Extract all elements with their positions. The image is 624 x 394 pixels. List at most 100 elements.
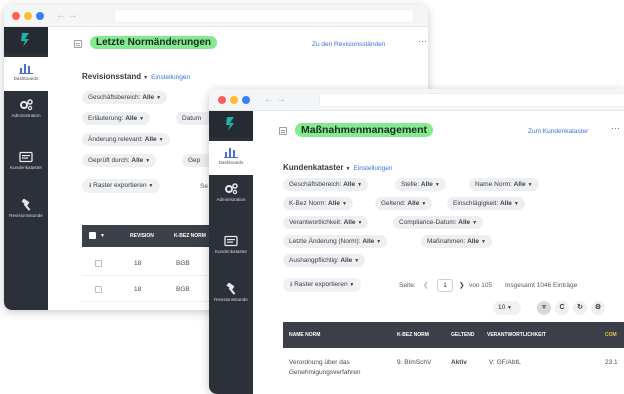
filter-chip[interactable]: Maßnahmen: Alle ▼ [421, 235, 492, 248]
filter-chip[interactable]: Name Norm: Alle ▼ [469, 178, 539, 191]
filter-chip[interactable]: Erläuterung: Alle ▼ [82, 112, 151, 125]
column-header-revision[interactable]: REVISION [130, 225, 154, 247]
caret-down-icon: ▼ [158, 137, 164, 143]
column-header-geltend[interactable]: GELTEND [451, 322, 475, 348]
filter-chip[interactable]: Letzte Änderung (Norm): Alle ▼ [283, 235, 388, 248]
more-options-icon[interactable]: ⋯ [418, 36, 427, 47]
filter-label: Geschäftsbereich: [88, 94, 141, 101]
kundenkataster-link[interactable]: Zum Kundenkataster [528, 128, 588, 135]
section-title-text: Kundenkataster [283, 163, 344, 172]
filter-icon[interactable]: ▿ [537, 301, 551, 315]
cell-compliance: 23.1 [605, 359, 618, 366]
maximize-window-button[interactable] [36, 12, 44, 20]
main-content: Maßnahmenmanagement Zum Kundenkataster ⋯… [253, 111, 624, 394]
clear-filter-icon[interactable]: C [555, 301, 569, 315]
sidebar-item-label: Dashboards [218, 160, 244, 165]
caret-down-icon[interactable]: ▼ [143, 75, 148, 81]
minimize-window-button[interactable] [24, 12, 32, 20]
filter-chip[interactable]: Änderung relevant: Alle ▼ [82, 133, 170, 146]
export-icon: ⭳ [89, 182, 92, 189]
sidebar-item-label: Kundenkataster [214, 249, 248, 254]
filter-label: Einschlägigkeit: [453, 200, 499, 207]
minimize-window-button[interactable] [230, 96, 238, 104]
filter-label: Compliance-Datum: [399, 219, 457, 226]
caret-down-icon[interactable]: ▼ [345, 166, 350, 172]
sidebar-item-administration[interactable]: Administration [4, 99, 48, 119]
sidebar-item-revisionsstunde[interactable]: Revisionsstunde [209, 283, 253, 303]
address-bar[interactable] [319, 93, 624, 107]
filter-chip[interactable]: Geschäftsbereich: Alle ▼ [283, 178, 369, 191]
column-header-name-norm[interactable]: NAME NORM [289, 322, 320, 348]
sidebar-item-dashboards[interactable]: Dashboards [209, 141, 253, 175]
export-button[interactable]: ⭳ Raster exportieren ▼ [82, 179, 161, 193]
column-header-kbez-norm[interactable]: K-BEZ NORM [174, 225, 206, 247]
filter-chip[interactable]: Aushangpflichtig: Alle ▼ [283, 254, 366, 267]
filter-chip[interactable]: Geltend: Alle ▼ [375, 197, 433, 210]
export-button[interactable]: ⭳ Raster exportieren ▼ [283, 278, 362, 292]
close-window-button[interactable] [12, 12, 20, 20]
filter-chip[interactable]: Compliance-Datum: Alle ▼ [393, 216, 484, 229]
gears-icon [20, 99, 33, 111]
filter-chip[interactable]: K-Bez Norm: Alle ▼ [283, 197, 353, 210]
sidebar-item-administration[interactable]: Administration [209, 183, 253, 203]
back-arrow-icon[interactable]: ← [264, 94, 274, 105]
filter-chip[interactable]: Geprüft durch: Alle ▼ [82, 154, 157, 167]
select-all-checkbox[interactable] [89, 232, 96, 239]
back-arrow-icon[interactable]: ← [56, 10, 66, 21]
page-size-value: 10 [498, 304, 506, 311]
forward-arrow-icon[interactable]: → [68, 10, 78, 21]
sidebar-item-label: Revisionsstunde [9, 213, 43, 218]
filter-label: Geltend: [381, 200, 406, 207]
column-header-compliance[interactable]: COM [605, 322, 617, 348]
sidebar: Dashboards Administration Kundenkataster… [4, 27, 48, 310]
column-header-kbez-norm[interactable]: K-BEZ NORM [397, 322, 429, 348]
pager-label-partial: Se [200, 183, 208, 190]
caret-down-icon: ▼ [145, 158, 151, 164]
prev-page-icon[interactable]: ❮ [423, 281, 428, 289]
row-checkbox[interactable] [95, 286, 102, 293]
filter-value: Alle [343, 181, 356, 188]
einstellungen-link[interactable]: Einstellungen [151, 74, 190, 81]
logo [209, 111, 253, 137]
revisionsstaende-link[interactable]: Zu den Revisionsständen [312, 41, 385, 48]
column-header-verantwortlichkeit[interactable]: VERANTWORTLICHKEIT [487, 322, 546, 348]
page-size-select[interactable]: 10 ▼ [493, 301, 521, 315]
sidebar-item-kundenkataster[interactable]: Kundenkataster [209, 235, 253, 255]
sidebar-item-revisionsstunde[interactable]: Revisionsstunde [4, 199, 48, 219]
filter-chip[interactable]: Einschlägigkeit: Alle ▼ [447, 197, 525, 210]
table-header: NAME NORM K-BEZ NORM GELTEND VERANTWORTL… [283, 322, 624, 348]
sidebar-item-kundenkataster[interactable]: Kundenkataster [4, 151, 48, 171]
page-label: Seite: [399, 282, 416, 289]
row-divider [82, 301, 212, 302]
filter-label: Geschäftsbereich: [289, 181, 342, 188]
filter-chip[interactable]: Geschäftsbereich: Alle ▼ [82, 91, 168, 104]
einstellungen-link[interactable]: Einstellungen [353, 165, 392, 172]
next-page-icon[interactable]: ❯ [459, 281, 464, 289]
section-title: Revisionsstand ▼ Einstellungen [82, 72, 190, 81]
page-number-input[interactable]: 1 [437, 279, 453, 292]
filter-chip[interactable]: Verantwortlichkeit: Alle ▼ [283, 216, 369, 229]
filter-value: Alle [125, 115, 138, 122]
more-options-icon[interactable]: ⋯ [611, 123, 620, 134]
settings-gear-icon[interactable]: ⚙ [591, 301, 605, 315]
address-bar[interactable] [114, 9, 414, 23]
filter-chip[interactable]: Stelle: Alle ▼ [395, 178, 446, 191]
filter-value: Alle [458, 219, 471, 226]
caret-down-icon: ▼ [434, 182, 440, 188]
row-checkbox[interactable] [95, 260, 102, 267]
caret-down-icon: ▼ [421, 201, 427, 207]
caret-down-icon: ▼ [139, 116, 145, 122]
forward-arrow-icon[interactable]: → [276, 94, 286, 105]
filter-value: Alle [328, 200, 340, 207]
page-title: Letzte Normänderungen [90, 36, 218, 49]
caret-down-icon: ▼ [354, 258, 360, 264]
refresh-icon[interactable]: ↻ [573, 301, 587, 315]
maximize-window-button[interactable] [242, 96, 250, 104]
sidebar-item-dashboards[interactable]: Dashboards [4, 57, 48, 91]
widget-icon [279, 127, 287, 135]
logo-icon [226, 117, 234, 131]
cell-name-norm: Verordnung über das [289, 359, 350, 366]
table-header: ▼ REVISION K-BEZ NORM [82, 225, 212, 247]
close-window-button[interactable] [218, 96, 226, 104]
caret-down-icon[interactable]: ▼ [100, 225, 105, 247]
